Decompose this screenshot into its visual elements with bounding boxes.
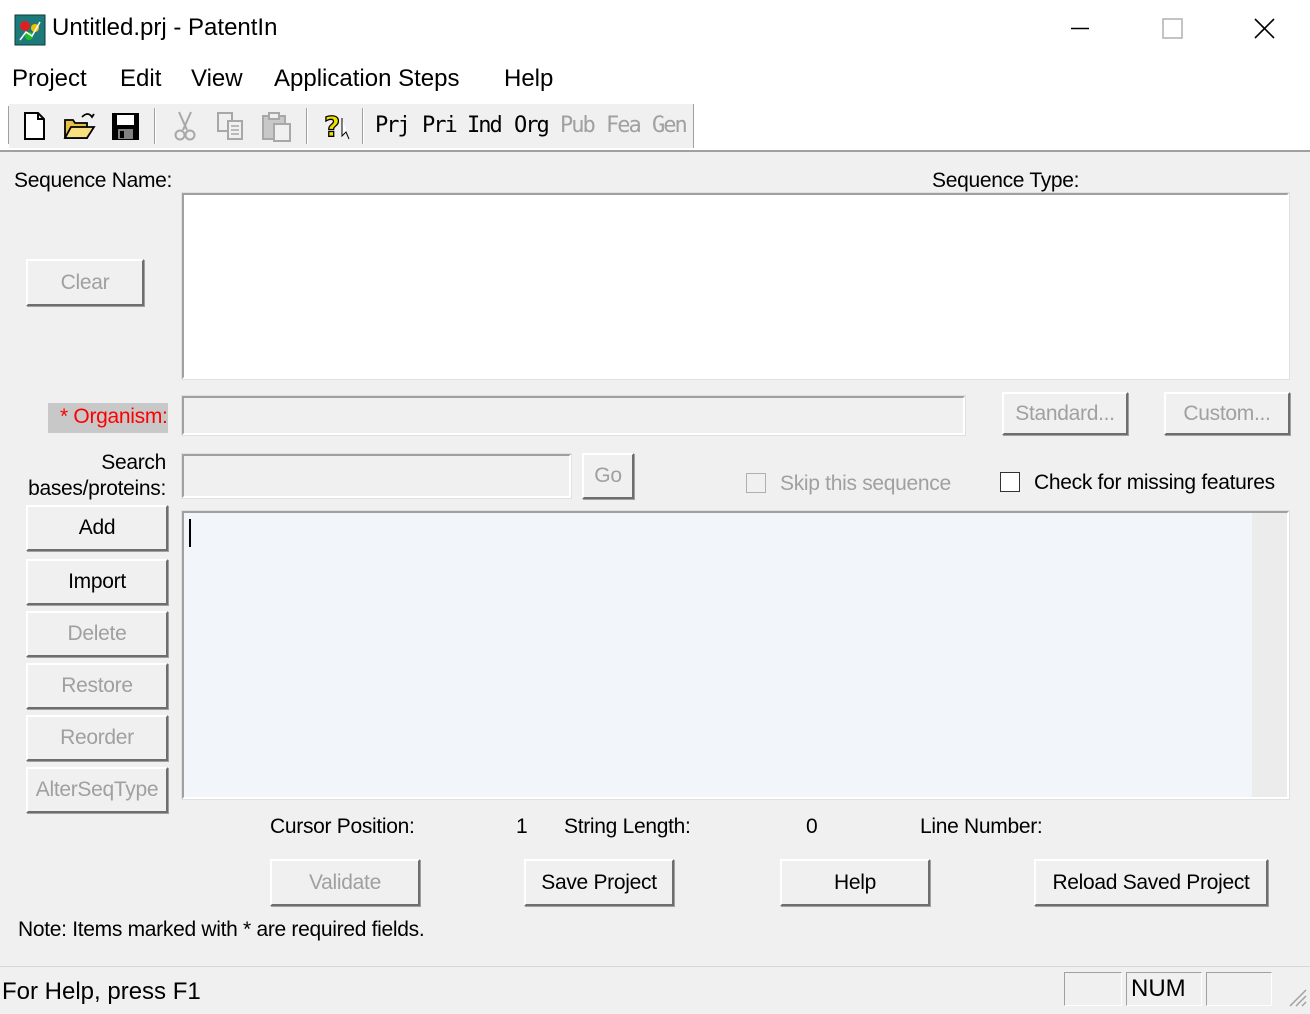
menu-project[interactable]: Project bbox=[12, 64, 87, 94]
check-missing-label: Check for missing features bbox=[1034, 471, 1275, 494]
delete-button[interactable]: Delete bbox=[26, 611, 168, 657]
save-project-button[interactable]: Save Project bbox=[524, 859, 674, 906]
sequence-name-field[interactable] bbox=[181, 192, 1290, 380]
close-button[interactable] bbox=[1218, 0, 1310, 58]
status-panel-caps bbox=[1064, 972, 1122, 1006]
toolbar-separator bbox=[306, 108, 308, 144]
help-button[interactable]: Help bbox=[780, 859, 930, 906]
toolbar-grip[interactable] bbox=[4, 106, 9, 144]
line-number-label: Line Number: bbox=[920, 815, 1043, 838]
add-button[interactable]: Add bbox=[26, 505, 168, 551]
step-ind-button[interactable]: Ind bbox=[467, 110, 503, 142]
reload-saved-project-button[interactable]: Reload Saved Project bbox=[1034, 859, 1268, 906]
minimize-icon bbox=[1071, 27, 1089, 30]
required-marker: * bbox=[60, 405, 68, 428]
search-input[interactable] bbox=[181, 453, 572, 499]
organism-field[interactable] bbox=[181, 395, 966, 436]
import-button[interactable]: Import bbox=[26, 559, 168, 605]
maximize-button[interactable] bbox=[1126, 0, 1218, 58]
new-file-icon[interactable] bbox=[18, 108, 52, 144]
string-length-value: 0 bbox=[806, 815, 818, 838]
menu-application-steps[interactable]: Application Steps bbox=[274, 64, 459, 94]
alterseqtype-button[interactable]: AlterSeqType bbox=[26, 767, 168, 813]
validate-button[interactable]: Validate bbox=[270, 859, 420, 906]
skip-sequence-label: Skip this sequence bbox=[780, 472, 951, 495]
status-help-text: For Help, press F1 bbox=[2, 978, 201, 1005]
paste-icon[interactable] bbox=[260, 108, 294, 144]
step-gen-button[interactable]: Gen bbox=[652, 110, 688, 142]
menu-view[interactable]: View bbox=[191, 64, 243, 94]
close-icon bbox=[1254, 18, 1275, 39]
status-num-indicator: NUM bbox=[1126, 972, 1202, 1006]
patentin-app-icon bbox=[14, 14, 46, 46]
open-folder-icon[interactable] bbox=[62, 108, 96, 144]
organism-label: * Organism: bbox=[60, 405, 168, 428]
menu-edit[interactable]: Edit bbox=[120, 64, 161, 94]
string-length-label: String Length: bbox=[564, 815, 691, 838]
save-disk-icon[interactable] bbox=[108, 108, 142, 144]
window-title: Untitled.prj - PatentIn bbox=[52, 14, 278, 41]
skip-sequence-checkbox[interactable] bbox=[746, 473, 766, 493]
sequence-name-label: Sequence Name: bbox=[14, 169, 173, 192]
step-org-button[interactable]: Org bbox=[514, 110, 550, 142]
step-pub-button[interactable]: Pub bbox=[560, 110, 596, 142]
search-label: Search bbox=[101, 451, 166, 474]
clear-button[interactable]: Clear bbox=[26, 259, 144, 306]
resize-grip-icon[interactable] bbox=[1286, 986, 1308, 1008]
step-prj-button[interactable]: Prj bbox=[375, 110, 411, 142]
menu-help[interactable]: Help bbox=[504, 64, 553, 94]
minimize-button[interactable] bbox=[1034, 0, 1126, 58]
cursor-position-label: Cursor Position: bbox=[270, 815, 415, 838]
sequence-type-label: Sequence Type: bbox=[932, 169, 1080, 192]
toolbar-separator bbox=[154, 108, 156, 144]
toolbar-separator bbox=[362, 108, 364, 144]
search-label-line2: bases/proteins: bbox=[28, 477, 166, 500]
step-fea-button[interactable]: Fea bbox=[606, 110, 642, 142]
required-fields-note: Note: Items marked with * are required f… bbox=[18, 918, 425, 941]
copy-icon[interactable] bbox=[214, 108, 248, 144]
reorder-button[interactable]: Reorder bbox=[26, 715, 168, 761]
custom-button[interactable]: Custom... bbox=[1164, 392, 1290, 435]
cut-icon[interactable] bbox=[168, 108, 202, 144]
status-panel-scroll bbox=[1206, 972, 1272, 1006]
restore-button[interactable]: Restore bbox=[26, 663, 168, 709]
svg-text:?: ? bbox=[324, 110, 340, 143]
check-missing-checkbox[interactable] bbox=[1000, 472, 1020, 492]
editor-scrollbar[interactable] bbox=[1252, 513, 1287, 797]
text-caret bbox=[189, 519, 191, 547]
standard-button[interactable]: Standard... bbox=[1002, 392, 1128, 435]
step-pri-button[interactable]: Pri bbox=[422, 110, 458, 142]
sequence-editor[interactable] bbox=[181, 510, 1290, 800]
cursor-position-value: 1 bbox=[516, 815, 528, 838]
help-pointer-icon[interactable]: ? bbox=[318, 108, 352, 144]
go-button[interactable]: Go bbox=[582, 453, 634, 499]
maximize-icon bbox=[1162, 18, 1183, 39]
